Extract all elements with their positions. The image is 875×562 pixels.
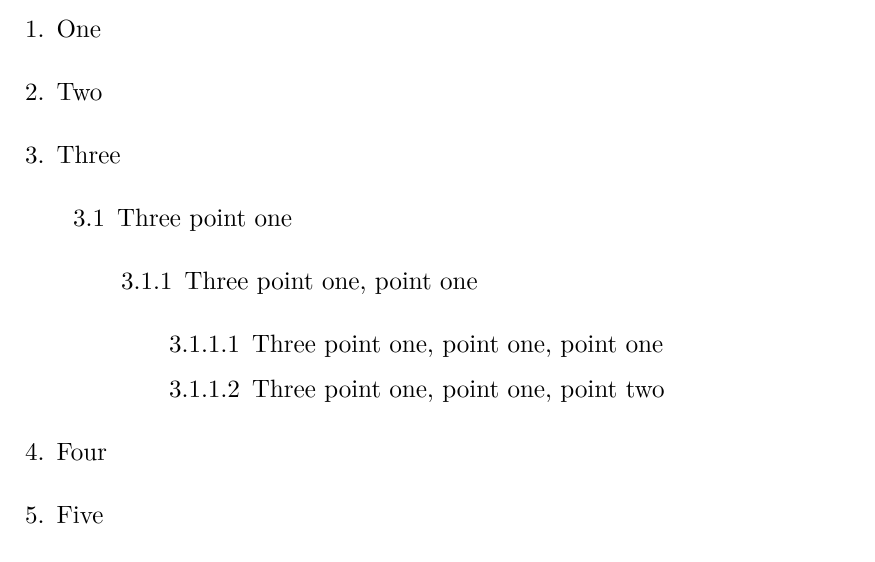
list-text: Three point one, point one <box>184 262 477 297</box>
list-item: 3.1 Three point one <box>73 199 850 234</box>
list-number: 3 <box>25 136 44 171</box>
list-number: 5 <box>25 496 44 531</box>
list-item: 4 Four <box>25 433 850 468</box>
list-number: 3.1.1.1 <box>169 325 240 360</box>
list-number: 4 <box>25 433 44 468</box>
list-number: 3.1.1.2 <box>169 370 240 405</box>
list-item: 5 Five <box>25 496 850 531</box>
list-text: Three point one, point one, point one <box>252 325 663 360</box>
list-text: Two <box>56 73 102 108</box>
list-number: 1 <box>25 10 44 45</box>
list-number: 3.1.1 <box>121 262 172 297</box>
list-text: Three <box>56 136 120 171</box>
list-text: Five <box>56 496 103 531</box>
list-item: 2 Two <box>25 73 850 108</box>
list-item: 3.1.1.2 Three point one, point one, poin… <box>169 370 850 405</box>
list-text: Three point one, point one, point two <box>252 370 665 405</box>
list-item: 3.1.1 Three point one, point one <box>121 262 850 297</box>
nested-group: 3.1 Three point one 3.1.1 Three point on… <box>25 199 850 405</box>
enumerated-list: 1 One 2 Two 3 Three 3.1 Three point one … <box>25 10 850 531</box>
list-item: 1 One <box>25 10 850 45</box>
list-number: 2 <box>25 73 44 108</box>
list-number: 3.1 <box>73 199 105 234</box>
list-item: 3.1.1.1 Three point one, point one, poin… <box>169 325 850 360</box>
list-text: Three point one <box>117 199 292 234</box>
list-item: 3 Three <box>25 136 850 171</box>
list-text: Four <box>56 433 106 468</box>
list-text: One <box>56 10 100 45</box>
